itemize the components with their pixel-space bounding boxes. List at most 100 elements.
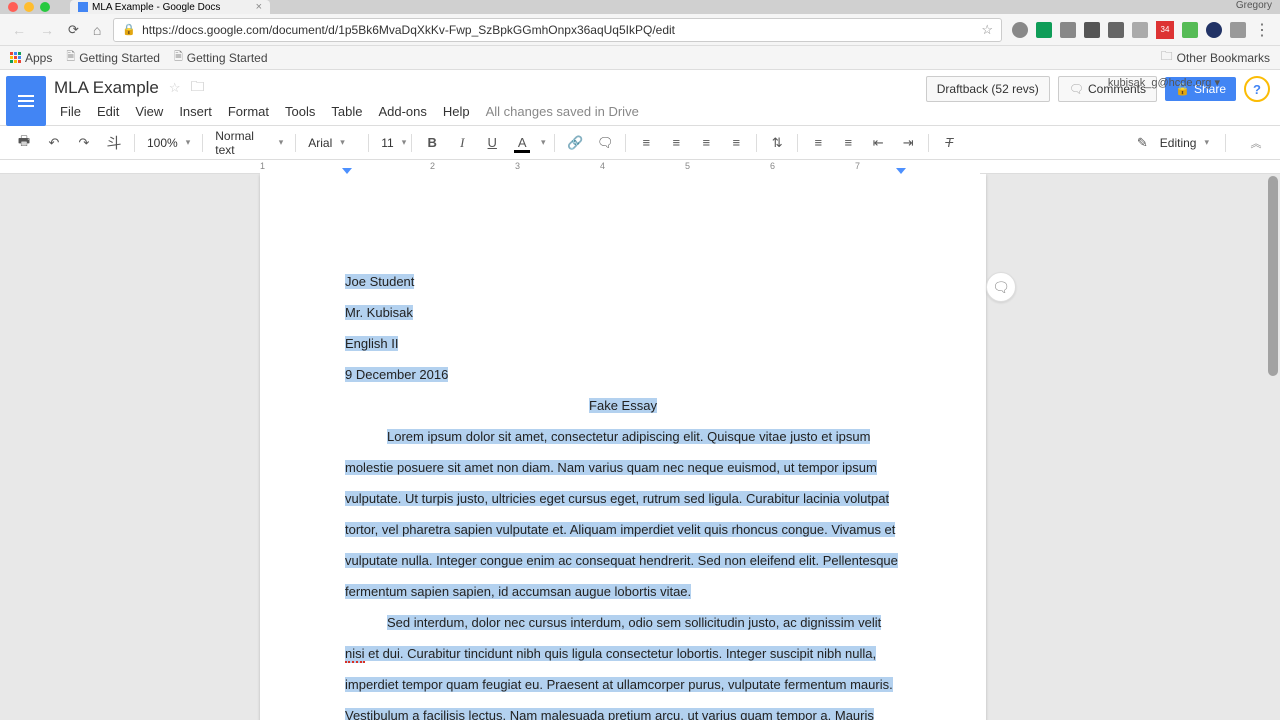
menu-table[interactable]: Table (325, 102, 368, 121)
ext-camera-icon[interactable] (1084, 22, 1100, 38)
ext-screencast-icon[interactable] (1108, 22, 1124, 38)
help-icon[interactable]: ? (1244, 76, 1270, 102)
bookmark-item[interactable]: Getting Started (174, 48, 268, 67)
star-doc-icon[interactable]: ☆ (169, 80, 181, 96)
align-left-button[interactable]: ≡ (632, 130, 660, 156)
vertical-scrollbar[interactable] (1268, 176, 1278, 376)
document-canvas[interactable]: 🗨 Joe Student Mr. Kubisak English II 9 D… (0, 174, 1280, 720)
doc-header-line[interactable]: Joe Student (345, 266, 901, 297)
document-title[interactable]: MLA Example (54, 78, 159, 98)
horizontal-ruler[interactable]: 1 2 3 4 5 6 7 (0, 160, 1280, 174)
save-status: All changes saved in Drive (480, 102, 645, 121)
zoom-select[interactable]: 100% (141, 130, 196, 156)
close-tab-icon[interactable]: × (256, 1, 262, 13)
line-spacing-button[interactable]: ⇅ (763, 130, 791, 156)
align-center-button[interactable]: ≡ (662, 130, 690, 156)
page-icon (66, 48, 75, 67)
user-email[interactable]: kubisak_g@hcde.org ▾ (1108, 76, 1220, 89)
redo-button[interactable]: ↷ (70, 130, 98, 156)
document-page[interactable]: 🗨 Joe Student Mr. Kubisak English II 9 D… (260, 174, 986, 720)
spelling-error[interactable]: nisi (345, 646, 365, 663)
align-right-button[interactable]: ≡ (692, 130, 720, 156)
doc-header-line[interactable]: English II (345, 328, 901, 359)
underline-button[interactable]: U (478, 130, 506, 156)
move-folder-icon[interactable]: 🗀 (191, 76, 205, 100)
lock-icon: 🔒 (122, 23, 136, 36)
reload-button[interactable]: ⟳ (66, 22, 81, 38)
maximize-window-icon[interactable] (40, 2, 50, 12)
insert-comment-button[interactable]: 🗨 (591, 130, 619, 156)
menu-tools[interactable]: Tools (279, 102, 321, 121)
ext-evernote-icon[interactable] (1182, 22, 1198, 38)
bookmark-star-icon[interactable]: ☆ (981, 22, 993, 38)
clear-formatting-button[interactable]: T (935, 130, 963, 156)
close-window-icon[interactable] (8, 2, 18, 12)
add-comment-bubble[interactable]: 🗨 (986, 272, 1016, 302)
increase-indent-button[interactable]: ⇥ (894, 130, 922, 156)
menu-help[interactable]: Help (437, 102, 476, 121)
menu-bar: File Edit View Insert Format Tools Table… (54, 102, 645, 121)
browser-profile[interactable]: Gregory (1236, 0, 1272, 11)
menu-view[interactable]: View (129, 102, 169, 121)
ext-info-icon[interactable] (1012, 22, 1028, 38)
ext-colorzilla-icon[interactable] (1206, 22, 1222, 38)
bookmark-label: Getting Started (187, 51, 268, 65)
menu-file[interactable]: File (54, 102, 87, 121)
insert-link-button[interactable]: 🔗 (561, 130, 589, 156)
url-text: https://docs.google.com/document/d/1p5Bk… (142, 23, 975, 37)
menu-edit[interactable]: Edit (91, 102, 125, 121)
apps-button[interactable]: Apps (10, 51, 52, 65)
minimize-window-icon[interactable] (24, 2, 34, 12)
decrease-indent-button[interactable]: ⇤ (864, 130, 892, 156)
print-button[interactable]: 🖶 (10, 130, 38, 156)
doc-header-line[interactable]: 9 December 2016 (345, 359, 901, 390)
doc-header-line[interactable]: Mr. Kubisak (345, 297, 901, 328)
docs-favicon-icon (78, 2, 88, 12)
window-controls[interactable] (8, 2, 50, 12)
menu-addons[interactable]: Add-ons (372, 102, 432, 121)
ext-generic-icon[interactable] (1230, 22, 1246, 38)
doc-paragraph[interactable]: Lorem ipsum dolor sit amet, consectetur … (345, 421, 901, 607)
italic-button[interactable]: I (448, 130, 476, 156)
numbered-list-button[interactable]: ≡ (804, 130, 832, 156)
undo-button[interactable]: ↶ (40, 130, 68, 156)
text-color-button[interactable]: A (508, 130, 536, 156)
ext-sheets-icon[interactable] (1036, 22, 1052, 38)
bold-button[interactable]: B (418, 130, 446, 156)
doc-title-line[interactable]: Fake Essay (345, 390, 901, 421)
style-select[interactable]: Normal text (209, 130, 289, 156)
bookmark-label: Getting Started (79, 51, 160, 65)
forward-button[interactable]: → (38, 22, 56, 38)
draftback-button[interactable]: Draftback (52 revs) (926, 76, 1050, 102)
menu-insert[interactable]: Insert (173, 102, 218, 121)
other-bookmarks-label: Other Bookmarks (1177, 51, 1270, 65)
apps-grid-icon (10, 52, 21, 63)
ext-doc-icon[interactable] (1132, 22, 1148, 38)
address-input[interactable]: 🔒 https://docs.google.com/document/d/1p5… (113, 18, 1002, 42)
ruler-tick: 2 (430, 161, 435, 171)
extension-icons: 34 ⋮ (1012, 20, 1270, 40)
url-bar: ← → ⟳ ⌂ 🔒 https://docs.google.com/docume… (0, 14, 1280, 46)
bookmark-item[interactable]: Getting Started (66, 48, 160, 67)
font-select[interactable]: Arial (302, 130, 362, 156)
ruler-tick: 7 (855, 161, 860, 171)
chrome-menu-icon[interactable]: ⋮ (1254, 20, 1270, 40)
text-color-dropdown[interactable]: ▾ (538, 130, 548, 156)
tab-title: MLA Example - Google Docs (92, 2, 220, 13)
menu-format[interactable]: Format (222, 102, 275, 121)
doc-paragraph[interactable]: Sed interdum, dolor nec cursus interdum,… (345, 607, 901, 720)
docs-logo-icon[interactable] (6, 76, 46, 126)
browser-tab[interactable]: MLA Example - Google Docs × (70, 0, 270, 14)
align-justify-button[interactable]: ≡ (722, 130, 750, 156)
folder-icon: 🗀 (1161, 47, 1173, 68)
font-size-select[interactable]: 11 (375, 130, 405, 156)
back-button[interactable]: ← (10, 22, 28, 38)
mode-select[interactable]: Editing (1154, 130, 1215, 156)
bulleted-list-button[interactable]: ≡ (834, 130, 862, 156)
ext-box-icon[interactable] (1060, 22, 1076, 38)
home-button[interactable]: ⌂ (91, 22, 103, 38)
other-bookmarks[interactable]: 🗀 Other Bookmarks (1161, 47, 1270, 68)
calendar-icon[interactable]: 34 (1156, 21, 1174, 39)
paint-format-button[interactable]: ⽃ (100, 130, 128, 156)
collapse-toolbar-button[interactable]: ︽ (1242, 130, 1270, 156)
